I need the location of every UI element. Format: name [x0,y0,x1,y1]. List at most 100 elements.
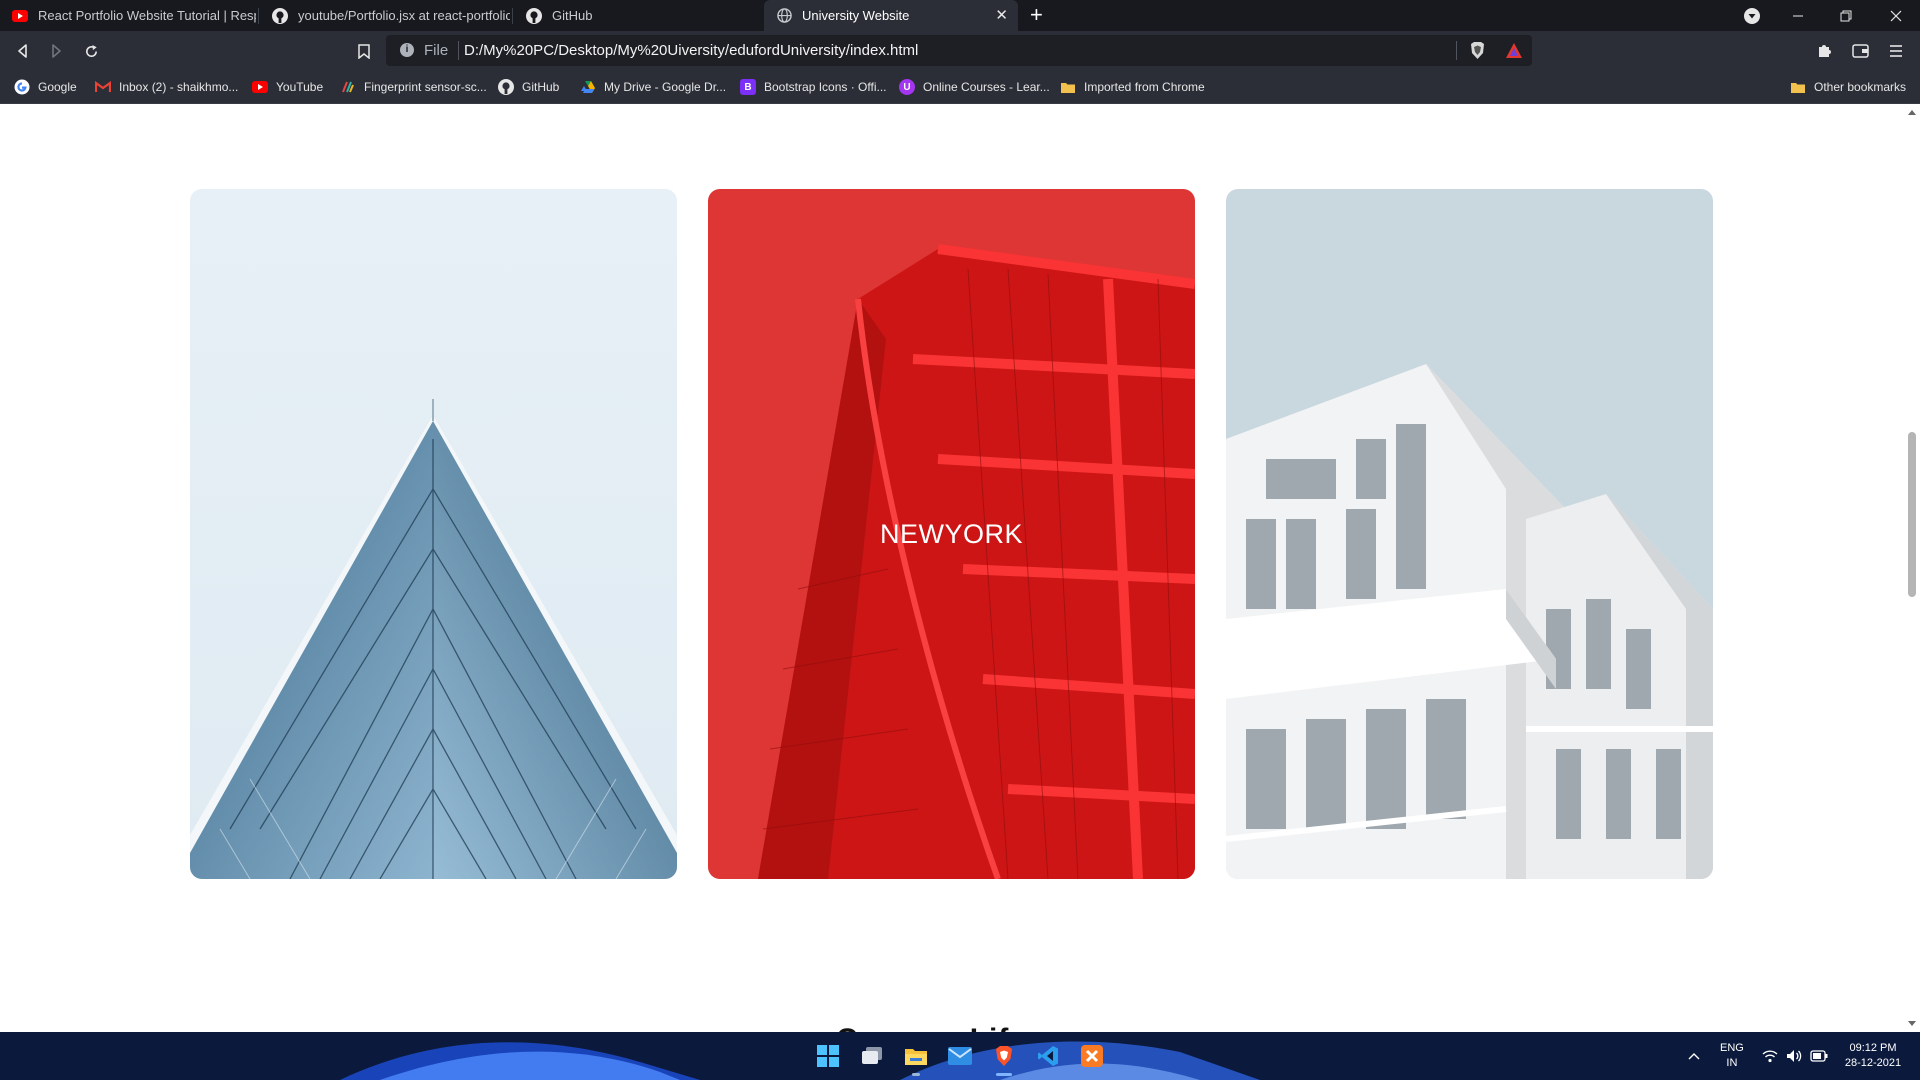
menu-icon[interactable] [1884,39,1908,63]
folder-icon [1790,79,1806,95]
page-viewport: NEWYORK [0,104,1904,1032]
wallet-icon[interactable] [1848,39,1872,63]
battery-icon[interactable] [1810,1032,1828,1080]
tab-github-portfolio[interactable]: youtube/Portfolio.jsx at react-portfolio… [260,0,510,31]
scrollbar-thumb[interactable] [1908,432,1916,597]
page-scrollbar[interactable] [1904,104,1920,1032]
extensions-icon[interactable] [1812,39,1836,63]
bookmark-youtube[interactable]: YouTube [252,78,323,96]
xampp-icon[interactable] [1076,1040,1108,1072]
tab-university-website[interactable]: University Website ✕ [764,0,1018,31]
bookmark-label: Other bookmarks [1814,80,1907,94]
other-bookmarks[interactable]: Other bookmarks [1790,78,1906,96]
show-hidden-icons-button[interactable] [1688,1032,1700,1080]
tab-github[interactable]: GitHub [514,0,760,31]
tab-title: React Portfolio Website Tutorial | Respo… [38,8,256,23]
bookmark-online-courses[interactable]: U Online Courses - Lear... [899,78,1050,96]
card-caption: NEWYORK [879,518,1023,549]
google-icon [14,79,30,95]
url-scheme: File [424,42,449,59]
section-heading-text: Campus Life [836,1023,1027,1032]
google-drive-icon [580,79,596,95]
youtube-icon [252,79,268,95]
language-indicator[interactable]: ENG IN [1720,1032,1744,1080]
bookmark-gmail[interactable]: Inbox (2) - shaikhmo... [95,78,238,96]
region-code: IN [1726,1057,1738,1069]
address-bar[interactable]: i File D:/My%20PC/Desktop/My%20Uiversity… [386,35,1532,66]
bookmark-label: My Drive - Google Dr... [604,80,727,94]
bookmark-bootstrap-icons[interactable]: B Bootstrap Icons · Offi... [740,78,887,96]
bookmark-github[interactable]: GitHub [498,78,559,96]
profile-menu-icon[interactable] [1728,0,1776,31]
campus-card-white-building[interactable] [1226,189,1713,879]
bookmark-label: Online Courses - Lear... [923,80,1050,94]
folder-icon [1060,79,1076,95]
card-caption [1226,189,1713,879]
fingerprint-icon [340,79,356,95]
volume-icon[interactable] [1786,1032,1802,1080]
campus-card-glass-building[interactable] [190,189,677,879]
reload-icon[interactable] [79,39,103,63]
tab-divider [512,8,513,24]
bookmark-label: Inbox (2) - shaikhmo... [119,80,239,94]
vscode-icon[interactable] [1032,1040,1064,1072]
new-tab-button[interactable]: + [1030,3,1043,27]
language-code: ENG [1720,1042,1744,1054]
bookmark-label: Bootstrap Icons · Offi... [764,80,887,94]
mail-icon[interactable] [944,1040,976,1072]
wifi-icon[interactable] [1762,1032,1778,1080]
gmail-icon [95,79,111,95]
back-icon[interactable] [11,39,35,63]
active-indicator [996,1073,1012,1076]
github-icon [526,7,542,24]
card-caption [190,189,677,879]
minimize-icon[interactable] [1774,0,1822,31]
bookmark-google-drive[interactable]: My Drive - Google Dr... [580,78,726,96]
url-separator [1456,41,1457,60]
bootstrap-icon: B [740,79,756,95]
youtube-icon [12,8,28,24]
campus-card-newyork[interactable]: NEWYORK [708,189,1195,879]
file-explorer-icon[interactable] [900,1040,932,1076]
tab-title: University Website [802,8,910,23]
windows-taskbar: ENG IN 09:12 PM 28-12-2021 [0,1032,1920,1080]
udemy-icon: U [899,79,915,95]
site-info-icon[interactable]: i [400,43,414,57]
bookmark-label: Fingerprint sensor-sc... [364,80,487,94]
bookmark-label: YouTube [276,80,324,94]
url-text[interactable]: D:/My%20PC/Desktop/My%20Uiversity/edufor… [464,42,918,59]
github-icon [272,7,288,24]
windows-start-icon[interactable] [812,1040,844,1072]
brave-shields-icon[interactable] [1469,41,1486,65]
clock[interactable]: 09:12 PM 28-12-2021 [1838,1032,1908,1080]
tab-title: GitHub [552,8,593,23]
scroll-up-arrow-icon[interactable] [1908,110,1916,115]
scroll-down-arrow-icon[interactable] [1908,1021,1916,1026]
restore-icon[interactable] [1822,0,1870,31]
bookmark-google[interactable]: Google [14,78,77,96]
brave-rewards-icon[interactable] [1505,42,1523,64]
tab-title: youtube/Portfolio.jsx at react-portfolio… [298,8,510,23]
forward-icon[interactable] [44,39,68,63]
bookmark-imported-from-chrome[interactable]: Imported from Chrome [1060,78,1205,96]
brave-browser-icon[interactable] [988,1040,1020,1076]
bookmark-page-icon[interactable] [352,39,376,63]
running-indicator [912,1073,920,1076]
browser-toolbar: i File D:/My%20PC/Desktop/My%20Uiversity… [0,31,1920,70]
globe-icon [776,8,792,24]
close-tab-icon[interactable]: ✕ [995,8,1008,23]
github-icon [498,79,514,95]
bookmarks-bar: Google Inbox (2) - shaikhmo... YouTube F… [0,70,1920,104]
next-section-heading: Campus Life [836,1023,1036,1032]
clock-time: 09:12 PM [1849,1042,1897,1054]
url-separator [458,41,459,60]
tab-react-portfolio[interactable]: React Portfolio Website Tutorial | Respo… [0,0,256,31]
clock-date: 28-12-2021 [1844,1057,1902,1069]
bookmark-label: Imported from Chrome [1084,80,1205,94]
bookmark-fingerprint[interactable]: Fingerprint sensor-sc... [340,78,487,96]
task-view-icon[interactable] [856,1040,888,1072]
tab-divider [258,8,259,24]
tab-strip: React Portfolio Website Tutorial | Respo… [0,0,1920,31]
close-window-icon[interactable] [1872,0,1920,31]
bookmark-label: Google [38,80,77,94]
